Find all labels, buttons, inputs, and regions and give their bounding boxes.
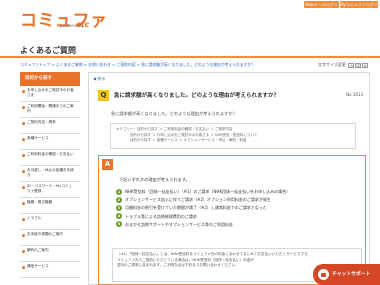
logo-brand: ctc [76,20,90,29]
sidebar-item[interactable]: お手続き書類のご案内 [20,230,80,246]
bullet-icon [22,218,25,221]
question-detail: 急に請求額が高くなりました。どのような理由が考えられますか？ [111,111,237,116]
category-line[interactable]: 目的から探す ＞ 各種サービス ＞ オプションサービス・申込・解約・料金 [116,138,350,144]
answer-item: 3 月額料金の割引を受けていた期間が満了（※2）し通常料金でのご請求となった [116,204,361,212]
chat-support-label: チャットサポート [332,272,371,277]
category-path[interactable]: 目的から探す ＞ ご利用料金の確認・お支払い ＞ ご請求内容 [137,127,232,131]
category-path[interactable]: 目的から探す ＞ 各種サービス ＞ オプションサービス・申込・解約・料金 [130,138,246,142]
sidebar-item-label: 機器・周辺機器 [27,200,53,204]
answer-item: 4 トラブル等による訪問修理費用のご請求 [116,213,361,221]
answer-list: 1 NHK受信料（団体一括支払い）（※1）のご請求（NHK団体一括支払いをお申し込… [116,188,361,229]
sidebar-item-label: 各種サービス [27,136,49,140]
bullet-icon [22,90,25,93]
sidebar-item-label: トラブル [27,216,42,220]
my-commufa-login-button[interactable]: Myコミュファログイン [340,1,378,14]
sidebar-item-label: ご利用料金の確認・お支払い [27,152,74,156]
sidebar: 目的から探す お申し込みをご検討中のお客さま ご利用開始・開通までのご案内 ご契… [20,72,80,278]
bullet-icon [22,250,25,253]
webmail-login-button[interactable]: Webメールログイン [304,1,339,14]
page-title: よくあるご質問 [20,46,76,55]
faq-card: ◀ 戻る Q 急に請求額が高くなりました。どのような理由が考えられますか？ No… [88,72,370,285]
number-5-icon: 5 [116,221,122,228]
number-2-icon: 2 [116,196,122,203]
font-size-medium[interactable]: 中 [355,62,362,68]
sidebar-item-label: ID・パスワード・Myコミュファ登録 [27,184,72,193]
back-link[interactable]: ◀ 戻る [93,76,105,82]
sidebar-item[interactable]: お引越し・休止の各種お手続き [20,166,80,182]
category-label: カテゴリー： [116,127,137,131]
sidebar-item-label: 通信サービス [27,264,49,268]
answer-item-text: NHK受信料（団体一括支払い）（※1）のご請求（NHK団体一括支払いをお申し込み… [125,189,291,194]
sidebar-item[interactable]: 通信サービス [20,262,80,278]
site-header: コミュファ powered by ctc Webメールログイン Myコミュファロ… [0,0,380,30]
answer-item: 2 オプションサービス加入に伴うご請求（※2）オプション利用料金のご請求が発生 [116,196,361,204]
back-label: 戻る [97,76,106,81]
chat-support-button[interactable]: チャットサポート [313,264,380,285]
sidebar-item-label: ご契約内容・請求 [27,120,56,124]
sidebar-item[interactable]: ご利用料金の確認・お支払い [20,150,80,166]
bullet-icon [22,202,25,205]
sidebar-item[interactable]: 各種サービス [20,134,80,150]
question-title: 急に請求額が高くなりました。どのような理由が考えられますか？ [114,93,280,99]
sidebar-item-label: 解約のご案内 [27,248,49,252]
bullet-icon [22,266,25,269]
chat-bubble-icon [318,269,329,280]
sidebar-item[interactable]: 機器・周辺機器 [20,198,80,214]
answer-item: 5 おまかせ訪問サポートやオプションサービス等のご利用料金 [116,221,361,229]
bullet-icon [22,234,25,237]
answer-item-text: 月額料金の割引を受けていた期間が満了（※2）し通常料金でのご請求となった [125,205,267,211]
answer-item: 1 NHK受信料（団体一括支払い）（※1）のご請求（NHK団体一括支払いをお申し込… [116,188,361,196]
number-1-icon: 1 [116,188,122,195]
number-4-icon: 4 [116,213,122,220]
bullet-icon [22,186,25,189]
font-size-large[interactable]: 大 [362,62,369,68]
sidebar-item-label: お引越し・休止の各種お手続き [27,168,74,177]
bullet-icon [22,154,25,157]
answer-intro: 下記いずれかの理由が考えられます。 [119,177,190,182]
bullet-icon [22,122,25,125]
sidebar-heading: 目的から探す [20,72,80,86]
category-box: カテゴリー：目的から探す ＞ ご利用料金の確認・お支払い ＞ ご請求内容 目的か… [110,123,356,149]
bullet-icon [22,138,25,141]
category-path[interactable]: 目的から探す ＞ お申し込みをご検討中のお客さま ＞ NHK受信・受信料について [130,133,257,137]
question-badge: Q [98,90,109,101]
breadcrumb[interactable]: コミュファトップ > よくあるご質問 > お問い合わせ > ご契約内容 > 急に… [20,62,255,68]
sidebar-item[interactable]: ID・パスワード・Myコミュファ登録 [20,182,80,198]
font-size-label: 文字サイズ変更 [318,62,346,67]
number-3-icon: 3 [116,204,122,211]
sidebar-item[interactable]: ご契約内容・請求 [20,118,80,134]
bullet-icon [22,106,25,109]
sidebar-item[interactable]: ご利用開始・開通までのご案内 [20,102,80,118]
divider [0,56,380,58]
sidebar-item-label: お申し込みをご検討中のお客さま [27,88,74,97]
answer-badge: A [102,159,113,170]
answer-item-text: おまかせ訪問サポートやオプションサービス等のご利用料金 [125,221,233,227]
sidebar-item-label: ご利用開始・開通までのご案内 [27,104,74,113]
font-size-small[interactable]: 小 [348,62,355,68]
answer-item-text: オプションサービス加入に伴うご請求（※2）オプション利用料金のご請求が発生 [125,197,271,203]
font-size-control: 文字サイズ変更 小中大 [318,62,369,68]
bullet-icon [22,170,25,173]
answer-item-text: トラブル等による訪問修理費用のご請求 [125,213,197,219]
sidebar-item[interactable]: トラブル [20,214,80,230]
faq-number: No.1613 [346,92,363,97]
sidebar-item[interactable]: お申し込みをご検討中のお客さま [20,86,80,102]
sidebar-item-label: お手続き書類のご案内 [27,232,63,236]
sidebar-item[interactable]: 解約のご案内 [20,246,80,262]
question-row: Q 急に請求額が高くなりました。どのような理由が考えられますか？ [98,90,364,104]
